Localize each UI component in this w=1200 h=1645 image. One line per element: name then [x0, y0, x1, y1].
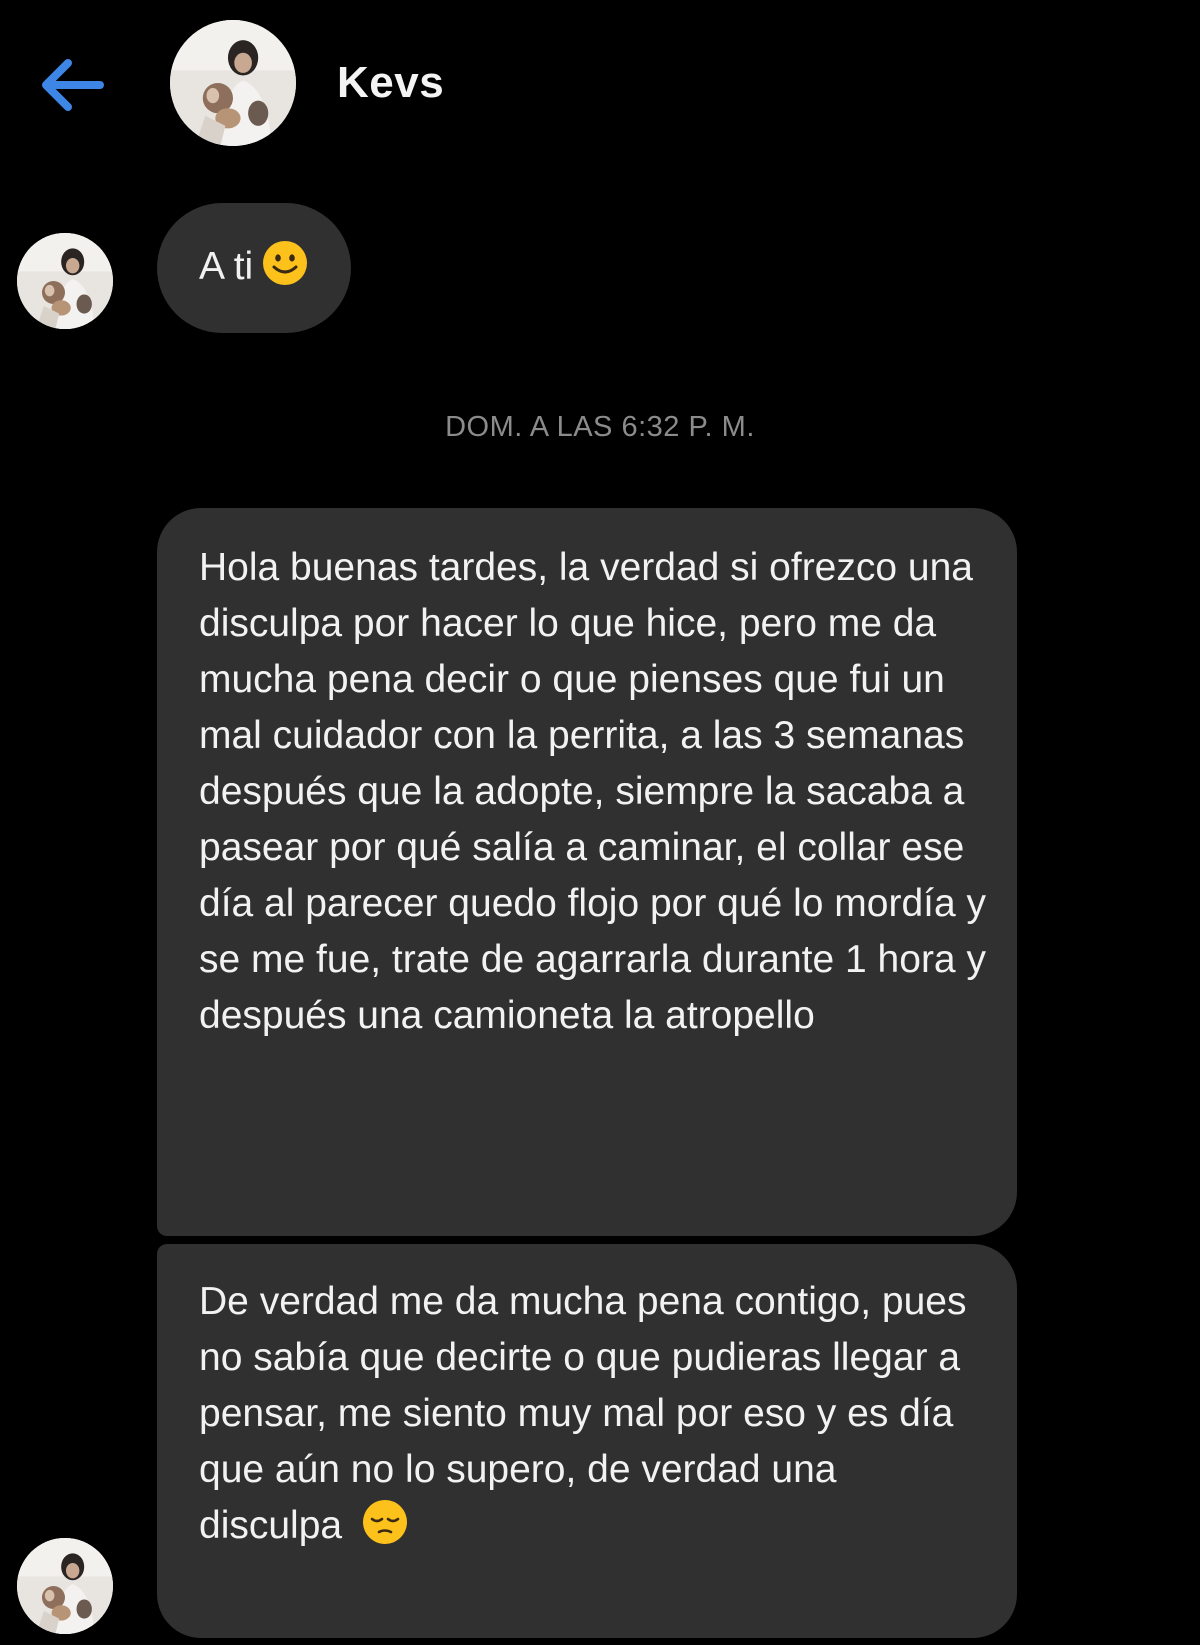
smiling-face-icon [263, 241, 308, 285]
message-text: Hola buenas tardes, la verdad si ofrezco… [199, 546, 986, 1037]
profile-photo [17, 1538, 113, 1634]
contact-avatar[interactable] [170, 20, 296, 146]
message-bubble[interactable]: De verdad me da mucha pena contigo, pues… [157, 1244, 1017, 1638]
arrow-left-icon [42, 59, 104, 111]
profile-photo [17, 233, 113, 329]
pensive-face-icon [362, 1500, 407, 1544]
chat-header: Kevs [0, 0, 1200, 170]
contact-name: Kevs [337, 58, 445, 107]
message-bubble[interactable]: A ti [157, 203, 352, 333]
sender-avatar[interactable] [17, 1538, 113, 1634]
message-text: De verdad me da mucha pena contigo, pues… [199, 1280, 967, 1547]
back-button[interactable] [30, 45, 110, 125]
message-timestamp: DOM. A LAS 6:32 P. M. [445, 411, 755, 443]
message-bubble[interactable]: Hola buenas tardes, la verdad si ofrezco… [157, 508, 1017, 1236]
sender-avatar[interactable] [17, 233, 113, 329]
profile-photo [170, 20, 296, 146]
message-text: A ti [199, 245, 254, 288]
